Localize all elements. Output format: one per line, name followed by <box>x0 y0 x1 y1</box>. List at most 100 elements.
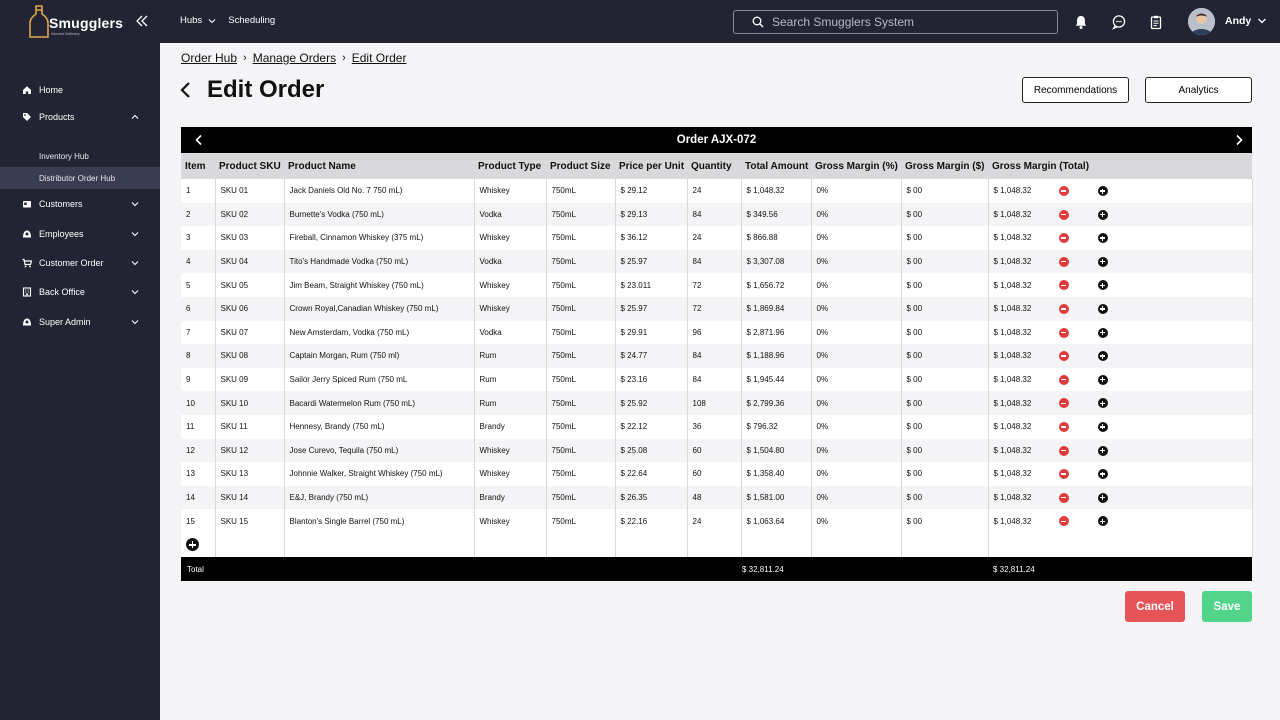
bell-icon[interactable] <box>1073 14 1089 30</box>
add-item-icon[interactable] <box>1097 303 1108 314</box>
scheduling-link[interactable]: Scheduling <box>228 15 275 26</box>
cell-gross-margin-pct: 0% <box>811 296 902 321</box>
table-row: 13 SKU 13 Johnnie Walker, Straight Whiskey… <box>181 462 1253 486</box>
column-header-gross-margin-dollar: Gross Margin ($) <box>901 153 988 179</box>
table-row: 1 SKU 01 Jack Daniels Old No. 7 750 mL) Whi… <box>181 179 1253 203</box>
sidebar-item-customers[interactable]: Customers <box>0 193 160 215</box>
search-input[interactable] <box>772 15 1052 29</box>
cell-total-amount: $ 1,188.96 <box>741 344 812 368</box>
hubs-menu[interactable]: Hubs <box>180 15 216 26</box>
remove-item-icon[interactable] <box>1058 516 1069 527</box>
cell-item: 9 <box>181 367 216 392</box>
add-item-icon[interactable] <box>1097 492 1108 503</box>
add-item-icon[interactable] <box>1097 280 1108 291</box>
cancel-button[interactable]: Cancel <box>1125 591 1185 622</box>
sidebar-item-distributor-order-hub[interactable]: Distributor Order Hub <box>0 167 160 189</box>
cell-total-amount: $ 349.56 <box>741 202 812 227</box>
sidebar-item-label: Customers <box>39 199 83 209</box>
remove-item-icon[interactable] <box>1058 256 1069 267</box>
sidebar-item-super-admin[interactable]: Super Admin <box>0 311 160 333</box>
customers-icon <box>23 201 31 208</box>
column-header-product-name: Product Name <box>284 153 474 179</box>
add-item-icon[interactable] <box>1097 186 1108 196</box>
cell-item: 14 <box>181 485 216 510</box>
cell-value: $ 1,048.32 <box>993 493 1032 503</box>
empty-cell <box>215 532 285 557</box>
empty-cell <box>284 532 475 557</box>
remove-item-icon[interactable] <box>1058 374 1069 385</box>
sidebar-item-back-office[interactable]: Back Office <box>0 281 160 303</box>
cell-gross-margin-total: $ 1,048.32 <box>988 320 1253 345</box>
cell-value: $ 1,048.32 <box>993 469 1032 479</box>
analytics-button[interactable]: Analytics <box>1145 77 1252 103</box>
chevron-down-icon[interactable] <box>1257 16 1267 26</box>
sidebar-item-home[interactable]: Home <box>0 79 160 101</box>
cell-total-amount: $ 866.88 <box>741 226 812 250</box>
add-row-icon[interactable] <box>186 538 199 552</box>
back-arrow-icon[interactable] <box>178 81 194 99</box>
previous-order-icon[interactable] <box>193 134 205 146</box>
cell-price-per-unit: $ 23.16 <box>615 367 688 392</box>
collapse-sidebar-icon[interactable] <box>134 13 150 29</box>
cell-product-name: E&J, Brandy (750 mL) <box>284 485 475 510</box>
remove-item-icon[interactable] <box>1058 445 1069 456</box>
cell-product-size: 750mL <box>546 273 616 297</box>
remove-item-icon[interactable] <box>1058 421 1069 432</box>
next-order-icon[interactable] <box>1233 134 1245 146</box>
remove-item-icon[interactable] <box>1058 327 1069 338</box>
add-item-icon[interactable] <box>1097 398 1108 409</box>
add-item-icon[interactable] <box>1097 516 1108 527</box>
add-item-icon[interactable] <box>1097 421 1108 432</box>
add-item-icon[interactable] <box>1097 327 1108 338</box>
cell-product-type: Rum <box>474 391 547 415</box>
user-name[interactable]: Andy <box>1225 15 1251 27</box>
remove-item-icon[interactable] <box>1058 398 1069 409</box>
remove-item-icon[interactable] <box>1058 351 1069 362</box>
sidebar-item-employees[interactable]: Employees <box>0 223 160 245</box>
cell-product-sku: SKU 11 <box>215 414 285 439</box>
cell-product-sku: SKU 05 <box>215 273 285 297</box>
remove-item-icon[interactable] <box>1058 186 1069 196</box>
add-item-icon[interactable] <box>1097 374 1108 385</box>
add-item-icon[interactable] <box>1097 351 1108 362</box>
breadcrumb-order-hub[interactable]: Order Hub <box>181 51 237 65</box>
add-item-icon[interactable] <box>1097 469 1108 480</box>
sidebar-item-inventory-hub[interactable]: Inventory Hub <box>0 145 160 167</box>
add-item-icon[interactable] <box>1097 256 1108 267</box>
chevron-down-icon <box>208 18 216 23</box>
cell-product-sku: SKU 09 <box>215 367 285 392</box>
search-icon <box>752 16 764 28</box>
add-item-icon[interactable] <box>1097 233 1108 244</box>
remove-item-icon[interactable] <box>1058 209 1069 220</box>
brand-tagline: Alcohol Delivery <box>51 31 80 36</box>
sidebar-item-products[interactable]: Products <box>0 106 160 128</box>
remove-item-icon[interactable] <box>1058 303 1069 314</box>
cell-product-sku: SKU 04 <box>215 249 285 274</box>
remove-item-icon[interactable] <box>1058 469 1069 480</box>
add-item-icon[interactable] <box>1097 445 1108 456</box>
sidebar-item-customer-order[interactable]: Customer Order <box>0 252 160 274</box>
cell-product-size: 750mL <box>546 202 616 227</box>
remove-item-icon[interactable] <box>1058 233 1069 244</box>
cell-total-amount: $ 1,063.64 <box>741 509 812 533</box>
empty-cell <box>181 532 216 557</box>
page-title: Edit Order <box>207 76 325 103</box>
hubs-label: Hubs <box>180 15 203 26</box>
remove-item-icon[interactable] <box>1058 280 1069 291</box>
table-row: 11 SKU 11 Hennesy, Brandy (750 mL) Brandy 75… <box>181 414 1253 439</box>
save-button[interactable]: Save <box>1202 591 1252 622</box>
cell-product-type: Whiskey <box>474 273 547 297</box>
remove-item-icon[interactable] <box>1058 492 1069 503</box>
cell-quantity: 24 <box>687 179 742 203</box>
brand-logo[interactable]: Smugglers Alcohol Delivery <box>28 5 128 39</box>
table-row: 12 SKU 12 Jose Curevo, Tequila (750 mL) Whi… <box>181 438 1253 463</box>
cell-product-size: 750mL <box>546 485 616 510</box>
recommendations-button[interactable]: Recommendations <box>1022 77 1129 103</box>
breadcrumb-manage-orders[interactable]: Manage Orders <box>253 51 336 65</box>
chat-icon[interactable] <box>1111 14 1127 30</box>
add-item-icon[interactable] <box>1097 209 1108 220</box>
clipboard-icon[interactable] <box>1148 14 1164 30</box>
avatar[interactable] <box>1188 8 1215 35</box>
breadcrumb-edit-order[interactable]: Edit Order <box>352 51 407 65</box>
column-header-item: Item <box>181 153 215 179</box>
